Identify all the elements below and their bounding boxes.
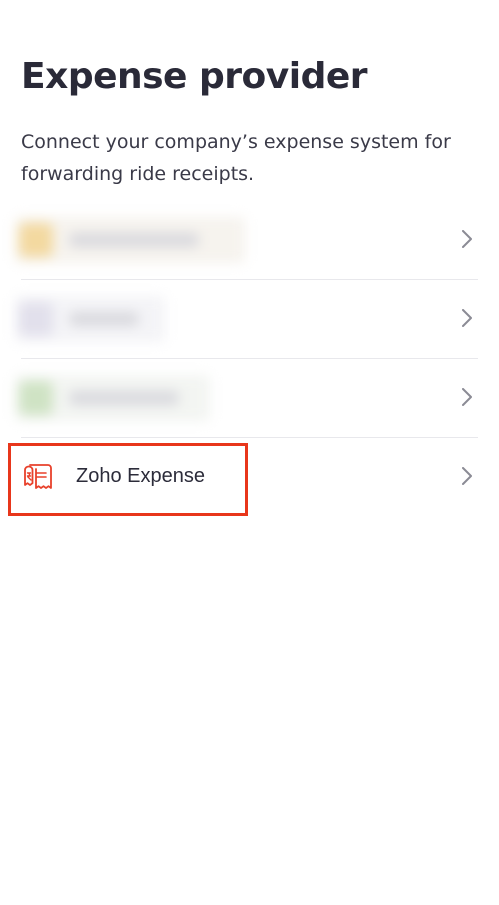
redacted-provider-content <box>15 296 165 342</box>
redacted-label <box>69 233 199 247</box>
redacted-logo <box>19 223 53 257</box>
provider-label: Zoho Expense <box>76 465 205 487</box>
provider-item-zoho-expense[interactable]: Zoho Expense <box>21 438 478 516</box>
page-title: Expense provider <box>21 56 368 97</box>
page-subtitle: Connect your company’s expense system fo… <box>21 131 451 185</box>
provider-item-redacted-1[interactable] <box>15 201 478 280</box>
chevron-right-icon <box>462 309 472 327</box>
redacted-logo <box>19 381 53 415</box>
redacted-provider-content <box>15 375 210 421</box>
chevron-right-icon <box>462 230 472 248</box>
chevron-right-icon <box>462 467 472 485</box>
redacted-label <box>69 391 179 405</box>
redacted-logo <box>19 302 53 336</box>
provider-item-redacted-2[interactable] <box>15 280 478 359</box>
redacted-label <box>69 312 139 326</box>
provider-item-redacted-3[interactable] <box>15 359 478 438</box>
zoho-expense-receipt-icon <box>24 464 52 489</box>
chevron-right-icon <box>462 388 472 406</box>
provider-list: Zoho Expense <box>15 201 478 516</box>
redacted-provider-content <box>15 217 245 263</box>
